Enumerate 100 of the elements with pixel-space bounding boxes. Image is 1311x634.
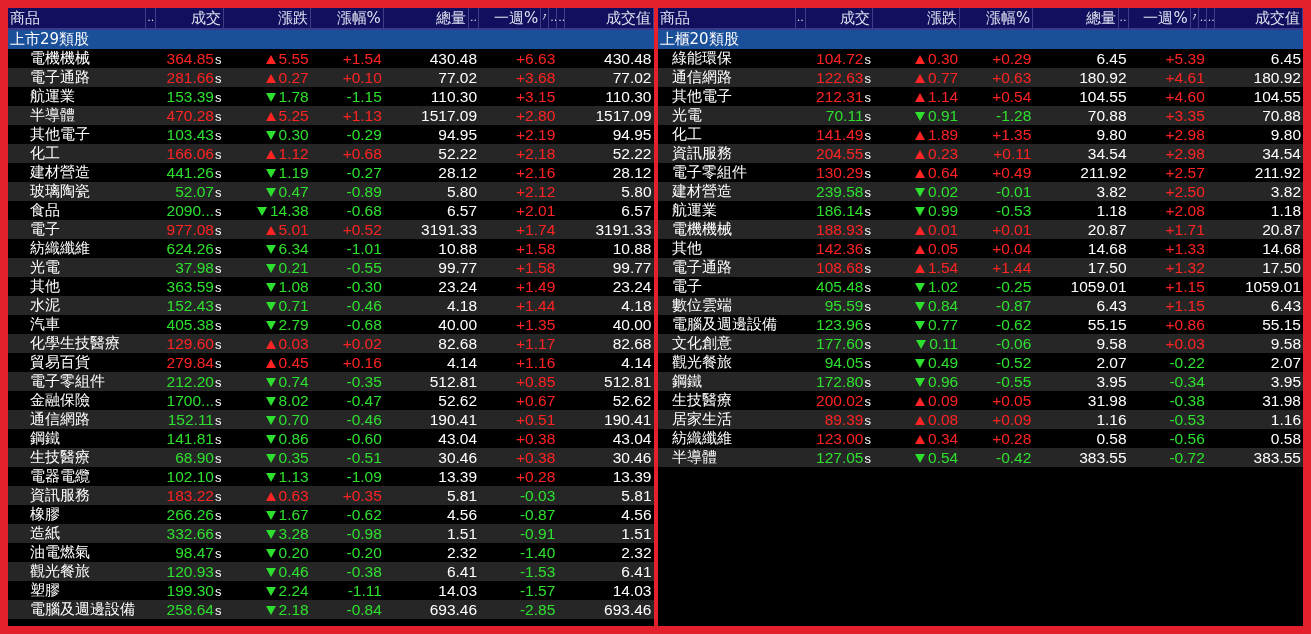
change-value: 0.91: [928, 107, 959, 124]
column-header[interactable]: 漲幅%: [310, 8, 384, 28]
category-name: 觀光餐旅: [671, 354, 732, 370]
column-handle[interactable]: ..: [1198, 8, 1207, 28]
change-value: 0.11: [929, 335, 959, 352]
week-percent-value: +1.58: [516, 259, 556, 276]
column-header[interactable]: 成交值: [565, 8, 654, 28]
flag-text: s: [864, 90, 871, 105]
week-percent-value: +1.17: [516, 335, 556, 352]
turnover-value: 3191.33: [595, 221, 652, 238]
turnover-value: 52.62: [612, 392, 652, 409]
column-header[interactable]: 總量: [383, 8, 470, 28]
column-handle[interactable]: ..: [1206, 8, 1215, 28]
change-value: 1.02: [928, 278, 959, 295]
flag-text: s: [864, 166, 871, 181]
percent-value: +0.52: [342, 221, 382, 238]
volume-value: 2.32: [446, 544, 478, 561]
category-name: 化工: [30, 145, 60, 161]
price-value: 123.96: [816, 316, 864, 333]
column-handle[interactable]: ..: [146, 8, 157, 28]
column-header[interactable]: 一週%: [479, 8, 542, 28]
percent-value: +0.09: [992, 411, 1032, 428]
turnover-value: 1.18: [1270, 202, 1301, 219]
volume-value: 512.81: [429, 373, 478, 390]
turnover-value: 110.30: [605, 88, 652, 105]
percent-value: -0.89: [346, 183, 382, 200]
turnover-value: 1517.09: [595, 107, 652, 124]
column-header[interactable]: 商品: [657, 8, 796, 28]
change-value: 0.54: [928, 449, 959, 466]
week-percent-value: -0.91: [519, 525, 556, 542]
price-value: 89.39: [824, 411, 864, 428]
category-name: 化工: [671, 126, 702, 142]
column-header[interactable]: 漲幅%: [960, 8, 1034, 28]
turnover-value: 383.55: [1253, 449, 1301, 466]
percent-value: -0.53: [996, 202, 1032, 219]
category-name: 金融保險: [30, 392, 90, 408]
column-handle[interactable]: ..: [557, 8, 566, 28]
flag-text: s: [215, 470, 222, 485]
turnover-value: 6.41: [621, 563, 652, 580]
flag-text: s: [864, 147, 871, 162]
week-percent-value: +1.44: [516, 297, 556, 314]
column-handle[interactable]: ..: [469, 8, 480, 28]
category-name: 生技醫療: [30, 449, 90, 465]
column-header[interactable]: 商品: [8, 8, 147, 28]
column-handle[interactable]: ..: [1118, 8, 1129, 28]
category-name: 其他: [671, 240, 702, 256]
volume-value: 9.58: [1096, 335, 1127, 352]
column-header[interactable]: 總量: [1033, 8, 1119, 28]
flag-text: s: [864, 451, 871, 466]
column-handle[interactable]: ..: [795, 8, 806, 28]
column-header[interactable]: 一週%: [1128, 8, 1191, 28]
week-percent-value: +1.15: [1165, 278, 1205, 295]
week-percent-value: -1.53: [519, 563, 556, 580]
change-value: 0.21: [278, 259, 309, 276]
column-header[interactable]: 成交: [156, 8, 224, 28]
week-percent-value: +2.50: [1165, 183, 1205, 200]
change-value: 0.71: [278, 297, 309, 314]
price-value: 141.49: [816, 126, 864, 143]
volume-value: 0.58: [1096, 430, 1127, 447]
turnover-value: 4.18: [621, 297, 652, 314]
flag-text: s: [215, 584, 222, 599]
flag-text: s: [864, 280, 871, 295]
price-value: 103.43: [166, 126, 214, 143]
change-value: 0.63: [278, 487, 309, 504]
flag-text: s: [864, 375, 871, 390]
column-header[interactable]: 成交值: [1214, 8, 1303, 28]
price-value: 177.60: [816, 335, 864, 352]
sort-icon[interactable]: [1191, 12, 1197, 22]
price-value: 186.14: [816, 202, 864, 219]
flag-text: s: [864, 318, 871, 333]
week-percent-value: +1.33: [1165, 240, 1205, 257]
turnover-value: 2.32: [621, 544, 652, 561]
flag-text: s: [864, 242, 871, 257]
group-header: 上市29類股: [8, 30, 654, 49]
column-handle[interactable]: ..: [549, 8, 558, 28]
percent-value: +1.13: [342, 107, 382, 124]
category-name: 綠能環保: [671, 50, 732, 66]
flag-text: s: [215, 451, 222, 466]
change-value: 1.67: [278, 506, 309, 523]
price-value: 152.11: [167, 411, 214, 428]
column-header[interactable]: 漲跌: [873, 8, 961, 28]
volume-value: 430.48: [429, 50, 478, 67]
category-name: 居家生活: [671, 411, 732, 427]
column-header[interactable]: 漲跌: [223, 8, 311, 28]
change-value: 0.03: [278, 335, 309, 352]
category-name: 貿易百貨: [30, 354, 90, 370]
sort-icon[interactable]: [542, 12, 548, 22]
volume-value: 190.41: [429, 411, 478, 428]
volume-value: 52.62: [438, 392, 478, 409]
price-value: 470.28: [166, 107, 214, 124]
week-percent-value: +2.01: [516, 202, 556, 219]
column-header[interactable]: 成交: [805, 8, 873, 28]
percent-value: -1.01: [346, 240, 382, 257]
volume-value: 6.57: [446, 202, 478, 219]
category-name: 其他電子: [30, 126, 90, 142]
turnover-value: 104.55: [1253, 88, 1301, 105]
volume-value: 693.46: [429, 601, 478, 618]
price-value: 2090...: [166, 202, 214, 219]
volume-value: 4.18: [446, 297, 478, 314]
percent-value: -0.01: [996, 183, 1032, 200]
